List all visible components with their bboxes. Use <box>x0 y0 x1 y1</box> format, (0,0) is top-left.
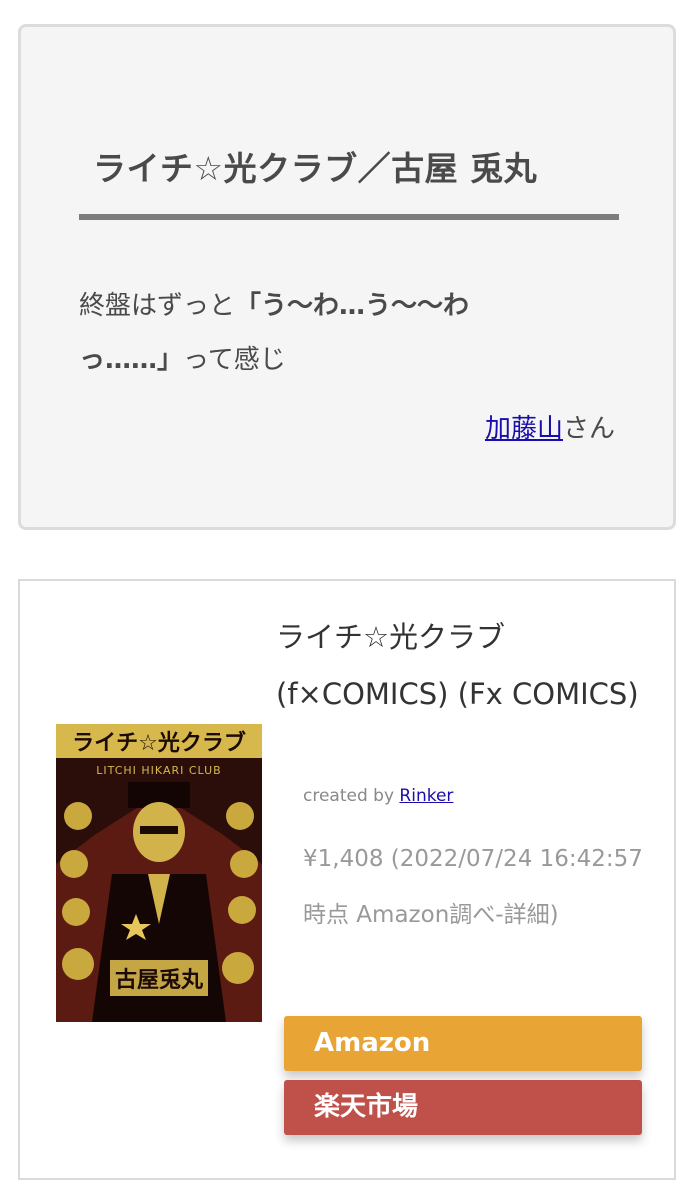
review-text-suffix: って感じ <box>183 345 286 375</box>
author-suffix: さん <box>562 414 615 444</box>
title-divider <box>79 214 619 220</box>
book-cover-image[interactable]: ライチ☆光クラブ LITCHI HIKARI CLUB 古屋兎丸 <box>56 724 262 1022</box>
review-title: ライチ☆光クラブ／古屋 兎丸 <box>93 149 538 188</box>
review-card: ライチ☆光クラブ／古屋 兎丸 終盤はずっと「う〜わ…う〜〜わっ……」って感じ 加… <box>18 24 676 530</box>
rinker-link[interactable]: Rinker <box>399 786 453 806</box>
credit-prefix: created by <box>303 786 395 806</box>
cover-title-text: ライチ☆光クラブ <box>72 730 246 756</box>
book-cover-art: ライチ☆光クラブ LITCHI HIKARI CLUB 古屋兎丸 <box>56 724 262 1022</box>
review-author: 加藤山さん <box>485 409 615 449</box>
product-title[interactable]: ライチ☆光クラブ (f×COMICS) (Fx COMICS) <box>276 609 646 723</box>
product-card: ライチ☆光クラブ LITCHI HIKARI CLUB 古屋兎丸 ライチ☆光クラ… <box>18 579 676 1180</box>
review-text: 終盤はずっと「う〜わ…う〜〜わっ……」って感じ <box>79 279 559 387</box>
rinker-credit: created by Rinker <box>303 786 453 806</box>
author-link[interactable]: 加藤山 <box>485 414 563 444</box>
price-info: ¥1,408 (2022/07/24 16:42:57時点 Amazon調べ-詳… <box>303 846 643 928</box>
rakuten-button[interactable]: 楽天市場 <box>284 1080 642 1135</box>
cover-author-text: 古屋兎丸 <box>115 967 204 993</box>
cover-latin-title: LITCHI HIKARI CLUB <box>96 764 221 777</box>
amazon-button[interactable]: Amazon <box>284 1016 642 1071</box>
review-text-prefix: 終盤はずっと <box>79 291 236 321</box>
